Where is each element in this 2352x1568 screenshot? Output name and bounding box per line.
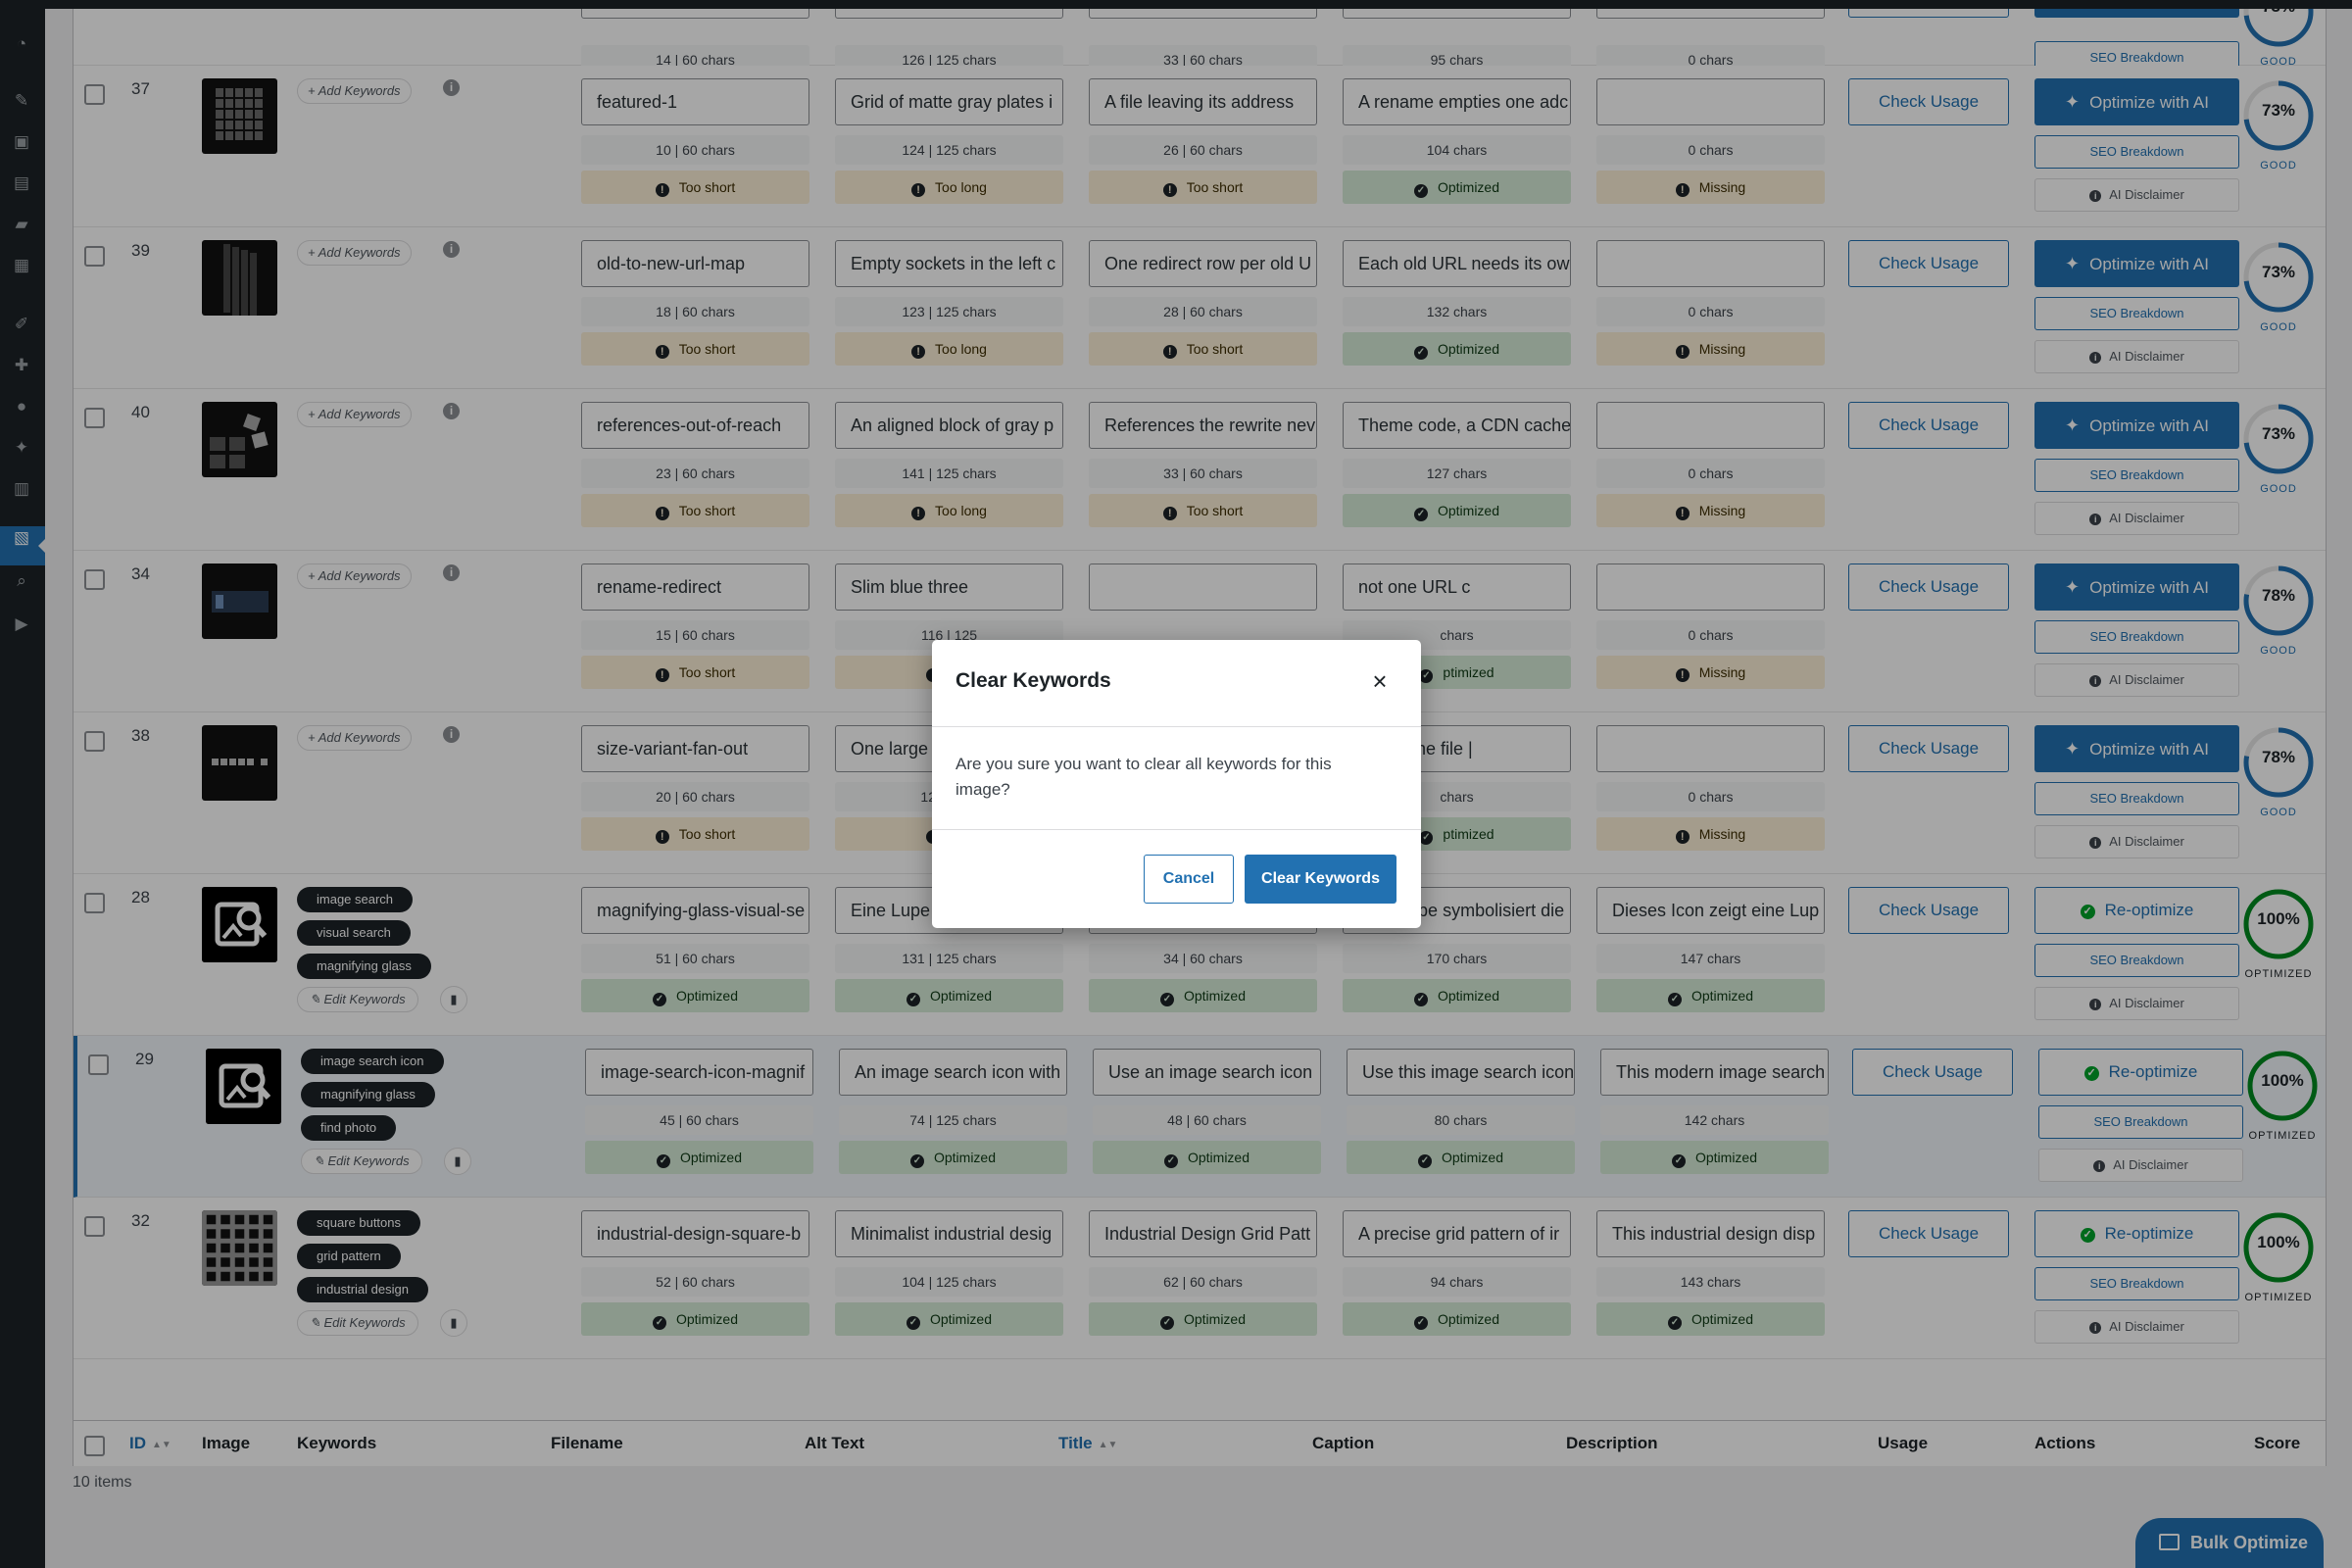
cancel-button[interactable]: Cancel (1144, 855, 1234, 904)
dialog-footer: Cancel Clear Keywords (932, 829, 1421, 928)
clear-keywords-dialog: Clear Keywords × Are you sure you want t… (932, 640, 1421, 928)
clear-keywords-button[interactable]: Clear Keywords (1245, 855, 1396, 904)
dialog-message: Are you sure you want to clear all keywo… (956, 755, 1332, 799)
dialog-header: Clear Keywords × (932, 640, 1421, 727)
close-icon[interactable]: × (1365, 666, 1395, 696)
dialog-title: Clear Keywords (956, 669, 1111, 692)
